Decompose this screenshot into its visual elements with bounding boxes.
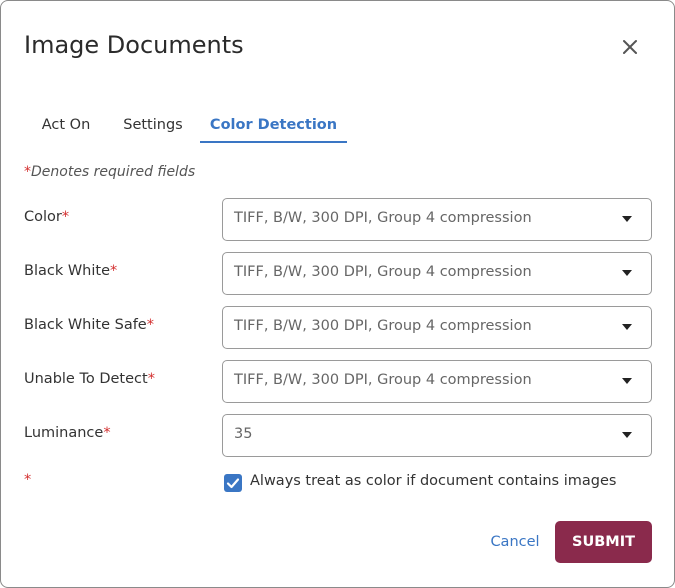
select-value: TIFF, B/W, 300 DPI, Group 4 compression: [234, 372, 532, 388]
required-star: *: [61, 209, 70, 225]
required-star: *: [110, 263, 118, 279]
select-value: TIFF, B/W, 300 DPI, Group 4 compression: [234, 318, 532, 334]
label-text: Color: [24, 209, 62, 225]
field-label-color: Color*: [24, 209, 69, 225]
select-value: TIFF, B/W, 300 DPI, Group 4 compression: [234, 210, 532, 226]
luminance-select[interactable]: 35: [222, 414, 652, 457]
color-select[interactable]: TIFF, B/W, 300 DPI, Group 4 compression: [222, 198, 652, 241]
dialog-title: Image Documents: [24, 31, 244, 59]
select-value: 35: [234, 426, 253, 442]
submit-button[interactable]: SUBMIT: [555, 521, 652, 563]
black-white-safe-select[interactable]: TIFF, B/W, 300 DPI, Group 4 compression: [222, 306, 652, 349]
always-color-checkbox[interactable]: [224, 474, 242, 492]
field-label-black-white: Black White*: [24, 263, 117, 279]
caret-down-icon: [622, 270, 632, 276]
required-star: *: [147, 371, 155, 387]
caret-down-icon: [622, 432, 632, 438]
checkmark-icon: [226, 478, 240, 489]
field-label-luminance: Luminance*: [24, 425, 111, 441]
tab-act-on[interactable]: Act On: [24, 109, 108, 143]
close-icon: [623, 40, 637, 54]
label-text: Unable To Detect: [24, 371, 148, 387]
required-star: *: [146, 317, 154, 333]
field-label-unable-to-detect: Unable To Detect*: [24, 371, 155, 387]
black-white-select[interactable]: TIFF, B/W, 300 DPI, Group 4 compression: [222, 252, 652, 295]
required-star: *: [103, 425, 111, 441]
label-text: Black White Safe: [24, 317, 147, 333]
tab-settings[interactable]: Settings: [116, 109, 190, 143]
select-value: TIFF, B/W, 300 DPI, Group 4 compression: [234, 264, 532, 280]
image-documents-dialog: Image Documents Act On Settings Color De…: [0, 0, 675, 588]
tab-bar: Act On Settings Color Detection: [24, 109, 384, 143]
caret-down-icon: [622, 324, 632, 330]
tab-color-detection[interactable]: Color Detection: [200, 109, 347, 143]
cancel-button[interactable]: Cancel: [481, 521, 549, 563]
always-color-label: Always treat as color if document contai…: [250, 473, 617, 489]
caret-down-icon: [622, 216, 632, 222]
label-text: Black White: [24, 263, 111, 279]
caret-down-icon: [622, 378, 632, 384]
unable-to-detect-select[interactable]: TIFF, B/W, 300 DPI, Group 4 compression: [222, 360, 652, 403]
label-text: Luminance: [24, 425, 104, 441]
required-fields-note: *Denotes required fields: [24, 164, 195, 180]
required-star: *: [24, 472, 32, 488]
required-note-text: Denotes required fields: [31, 164, 196, 180]
field-label-black-white-safe: Black White Safe*: [24, 317, 154, 333]
required-star: *: [24, 164, 31, 180]
close-button[interactable]: [617, 34, 643, 60]
